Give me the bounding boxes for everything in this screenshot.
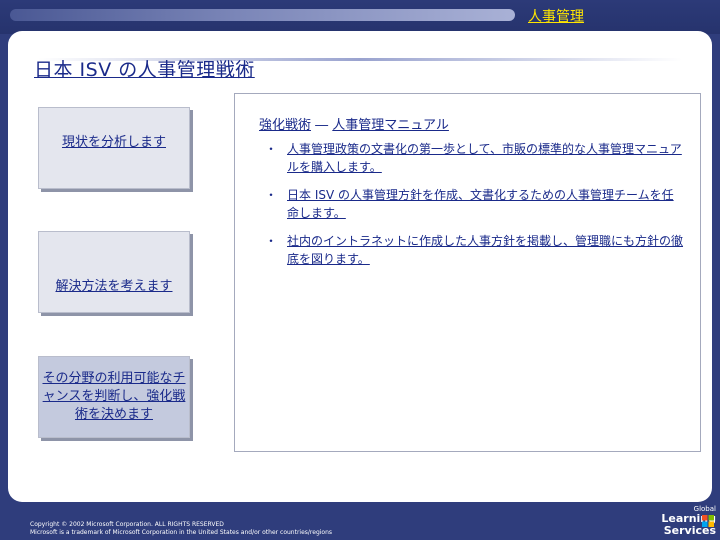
step-label: その分野の利用可能なチャンスを判断し、強化戦術を決めます [42, 370, 186, 423]
content-heading: 強化戦術 ― 人事管理マニュアル [259, 114, 449, 133]
slide-title: 日本 ISV の人事管理戦術 [34, 59, 255, 81]
bullet-text[interactable]: 人事管理政策の文書化の第一歩として、市販の標準的な人事管理マニュアルを購入します… [287, 142, 682, 174]
step-label: 現状を分析します [61, 134, 166, 150]
strategy-content-box: 強化戦術 ― 人事管理マニュアル ・ 人事管理政策の文書化の第一歩として、市販の… [234, 93, 701, 452]
heading-strategy: 強化戦術 [259, 118, 312, 133]
copyright-notice: Copyright © 2002 Microsoft Corporation. … [30, 521, 332, 537]
progress-track [10, 9, 515, 21]
bullet-marker: ・ [265, 234, 278, 248]
bullet-list: ・ 人事管理政策の文書化の第一歩として、市販の標準的な人事管理マニュアルを購入し… [265, 140, 685, 278]
bullet-text[interactable]: 日本 ISV の人事管理方針を作成、文書化するための人事管理チームを任命します。 [287, 188, 674, 220]
bullet-item: ・ 人事管理政策の文書化の第一歩として、市販の標準的な人事管理マニュアルを購入し… [265, 140, 685, 176]
step-label: 解決方法を考えます [55, 278, 173, 294]
bullet-marker: ・ [265, 188, 278, 202]
trademark-line: Microsoft is a trademark of Microsoft Co… [30, 528, 333, 536]
bullet-text[interactable]: 社内のイントラネットに作成した人事方針を掲載し、管理職にも方針の徹底を図ります。 [287, 234, 683, 266]
step-box-analyze[interactable]: 現状を分析します [38, 107, 190, 189]
bullet-item: ・ 社内のイントラネットに作成した人事方針を掲載し、管理職にも方針の徹底を図りま… [265, 232, 685, 268]
top-bar: 人事管理 [0, 0, 720, 34]
global-learning-services-logo: Global Learning Services [648, 505, 716, 539]
section-title[interactable]: 人事管理 [528, 6, 584, 26]
windows-flag-icon [702, 515, 714, 527]
step-box-opportunity[interactable]: その分野の利用可能なチャンスを判断し、強化戦術を決めます [38, 356, 190, 438]
step-box-solution[interactable]: 解決方法を考えます [38, 231, 190, 313]
bullet-item: ・ 日本 ISV の人事管理方針を作成、文書化するための人事管理チームを任命しま… [265, 186, 685, 222]
heading-manual: 人事管理マニュアル [332, 118, 449, 133]
heading-separator: ― [315, 118, 329, 133]
copyright-line: Copyright © 2002 Microsoft Corporation. … [30, 521, 224, 528]
bullet-marker: ・ [265, 142, 278, 156]
slide-panel: 日本 ISV の人事管理戦術 現状を分析します 解決方法を考えます その分野の利… [8, 31, 712, 502]
